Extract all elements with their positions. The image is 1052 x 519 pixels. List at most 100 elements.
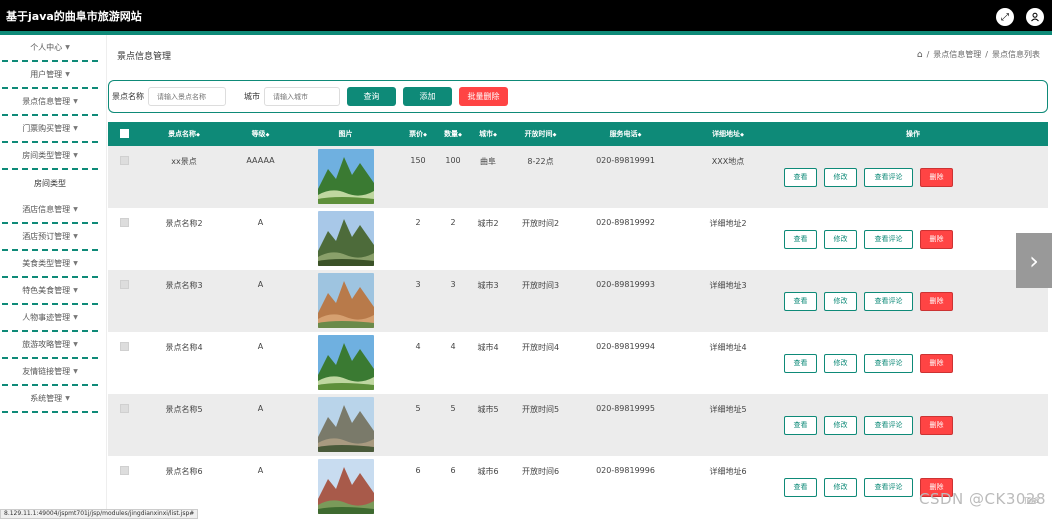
- cell-price: 6: [415, 466, 421, 475]
- column-header[interactable]: 景点名称◆: [140, 129, 228, 139]
- delete-button[interactable]: 删除: [920, 291, 953, 311]
- cell-time: 开放时间2: [521, 219, 560, 228]
- sidebar-item[interactable]: 旅游攻略管理 ▼: [2, 332, 98, 359]
- sidebar-item[interactable]: 景点信息管理 ▼: [2, 89, 98, 116]
- page-title: 景点信息管理: [117, 52, 172, 62]
- edit-button[interactable]: 修改: [824, 353, 857, 373]
- delete-button[interactable]: 删除: [920, 229, 953, 249]
- cell-phone: 020-89819994: [596, 342, 655, 351]
- view-comments-button[interactable]: 查看评论: [864, 167, 913, 187]
- home-icon[interactable]: ⌂: [917, 50, 923, 60]
- sort-icon[interactable]: ◆: [423, 132, 427, 138]
- edit-button[interactable]: 修改: [824, 229, 857, 249]
- view-comments-button[interactable]: 查看评论: [864, 477, 913, 497]
- edit-button[interactable]: 修改: [824, 291, 857, 311]
- edit-button[interactable]: 修改: [824, 415, 857, 435]
- view-comments-button[interactable]: 查看评论: [864, 353, 913, 373]
- caret-down-icon: ▼: [65, 395, 70, 402]
- column-header[interactable]: 等级◆: [228, 129, 293, 139]
- sidebar-item[interactable]: 特色美食管理 ▼: [2, 278, 98, 305]
- sidebar-item-label: 门票购买管理: [22, 124, 71, 133]
- delete-button[interactable]: 删除: [920, 353, 953, 373]
- breadcrumb-item[interactable]: 景点信息管理: [933, 49, 981, 60]
- delete-button[interactable]: 删除: [920, 415, 953, 435]
- view-button[interactable]: 查看: [784, 415, 817, 435]
- view-comments-button[interactable]: 查看评论: [864, 291, 913, 311]
- status-url: 8.129.11.1:49004/jspmt701j/jsp/modules/j…: [0, 509, 199, 519]
- column-header-label: 详细地址: [712, 130, 741, 138]
- sidebar-subitem[interactable]: 房间类型: [0, 170, 100, 197]
- column-header-label: 数量: [444, 130, 459, 138]
- name-input[interactable]: [148, 87, 226, 106]
- column-header[interactable]: 票价◆: [398, 129, 438, 139]
- cell-addr: 详细地址2: [709, 219, 747, 228]
- sidebar-item[interactable]: 房间类型管理 ▼: [2, 143, 98, 170]
- chevron-right-icon[interactable]: ›: [1016, 233, 1052, 288]
- table-row: 景点名称4 A 4 4 城市4 开放时间4 020-89819994 详细地址4 查看 修改 查看评…: [108, 332, 1048, 394]
- delete-button[interactable]: 删除: [920, 167, 953, 187]
- cell-time: 8-22点: [527, 157, 554, 166]
- cell-count: 2: [450, 218, 456, 227]
- sidebar-item-label: 房间类型管理: [22, 151, 71, 160]
- sidebar-item[interactable]: 用户管理 ▼: [2, 62, 98, 89]
- sort-icon[interactable]: ◆: [266, 132, 270, 138]
- cell-level: AAAAA: [246, 156, 275, 165]
- sidebar-item[interactable]: 系统管理 ▼: [2, 386, 98, 413]
- cell-time: 开放时间6: [521, 467, 560, 476]
- sidebar-item[interactable]: 酒店信息管理 ▼: [2, 197, 98, 224]
- sidebar-item[interactable]: 酒店预订管理 ▼: [2, 224, 98, 251]
- sidebar-item[interactable]: 门票购买管理 ▼: [2, 116, 98, 143]
- batch-delete-button[interactable]: 批量删除: [459, 87, 508, 106]
- column-header[interactable]: 数量◆: [438, 129, 468, 139]
- sidebar-item[interactable]: 美食类型管理 ▼: [2, 251, 98, 278]
- checkbox[interactable]: [119, 128, 129, 138]
- select-all-checkbox[interactable]: [108, 128, 140, 140]
- scenic-image: [317, 458, 374, 514]
- user-icon[interactable]: [1026, 8, 1044, 26]
- city-input[interactable]: [264, 87, 340, 106]
- column-header-label: 开放时间: [524, 130, 553, 138]
- cell-phone: 020-89819991: [596, 156, 655, 165]
- row-checkbox[interactable]: [119, 218, 129, 227]
- caret-down-icon: ▼: [73, 98, 78, 105]
- edit-button[interactable]: 修改: [824, 477, 857, 497]
- table-row: 景点名称3 A 3 3 城市3 开放时间3 020-89819993 详细地址3 查看 修改 查看评…: [108, 270, 1048, 332]
- caret-down-icon: ▼: [73, 287, 78, 294]
- sidebar-item[interactable]: 友情链接管理 ▼: [2, 359, 98, 386]
- column-header-label: 服务电话: [609, 130, 638, 138]
- row-checkbox[interactable]: [119, 404, 129, 413]
- sort-icon[interactable]: ◆: [493, 132, 497, 138]
- view-comments-button[interactable]: 查看评论: [864, 229, 913, 249]
- sort-icon[interactable]: ◆: [740, 132, 744, 138]
- sidebar-item-label: 旅游攻略管理: [22, 340, 71, 349]
- view-button[interactable]: 查看: [784, 477, 817, 497]
- row-select-cell: [108, 270, 140, 291]
- action-group: 查看 修改 查看评论 删除: [778, 291, 1048, 311]
- query-button[interactable]: 查询: [347, 87, 396, 106]
- view-button[interactable]: 查看: [784, 353, 817, 373]
- sort-icon[interactable]: ◆: [553, 132, 557, 138]
- edit-button[interactable]: 修改: [824, 167, 857, 187]
- column-header[interactable]: 详细地址◆: [678, 129, 778, 139]
- row-checkbox[interactable]: [119, 466, 129, 475]
- sort-icon[interactable]: ◆: [458, 132, 462, 138]
- sidebar-item[interactable]: 人物事迹管理 ▼: [2, 305, 98, 332]
- sidebar-item[interactable]: 个人中心 ▼: [2, 35, 98, 62]
- table-row: 景点名称6 A 6 6 城市6 开放时间6 020-89819996 详细地址6 查看 修改 查看评…: [108, 456, 1048, 518]
- view-button[interactable]: 查看: [784, 167, 817, 187]
- column-header[interactable]: 开放时间◆: [508, 129, 573, 139]
- column-header[interactable]: 服务电话◆: [573, 129, 678, 139]
- column-header[interactable]: 城市◆: [468, 129, 508, 139]
- row-checkbox[interactable]: [119, 156, 129, 165]
- view-comments-button[interactable]: 查看评论: [864, 415, 913, 435]
- row-checkbox[interactable]: [119, 342, 129, 351]
- view-button[interactable]: 查看: [784, 291, 817, 311]
- sort-icon[interactable]: ◆: [638, 132, 642, 138]
- row-actions: 查看 修改 查看评论 删除: [778, 167, 1048, 187]
- add-button[interactable]: 添加: [403, 87, 452, 106]
- sort-icon[interactable]: ◆: [196, 132, 200, 138]
- row-checkbox[interactable]: [119, 280, 129, 289]
- view-button[interactable]: 查看: [784, 229, 817, 249]
- sidebar-item-label: 个人中心: [30, 43, 63, 52]
- fullscreen-icon[interactable]: ⤢: [996, 8, 1014, 26]
